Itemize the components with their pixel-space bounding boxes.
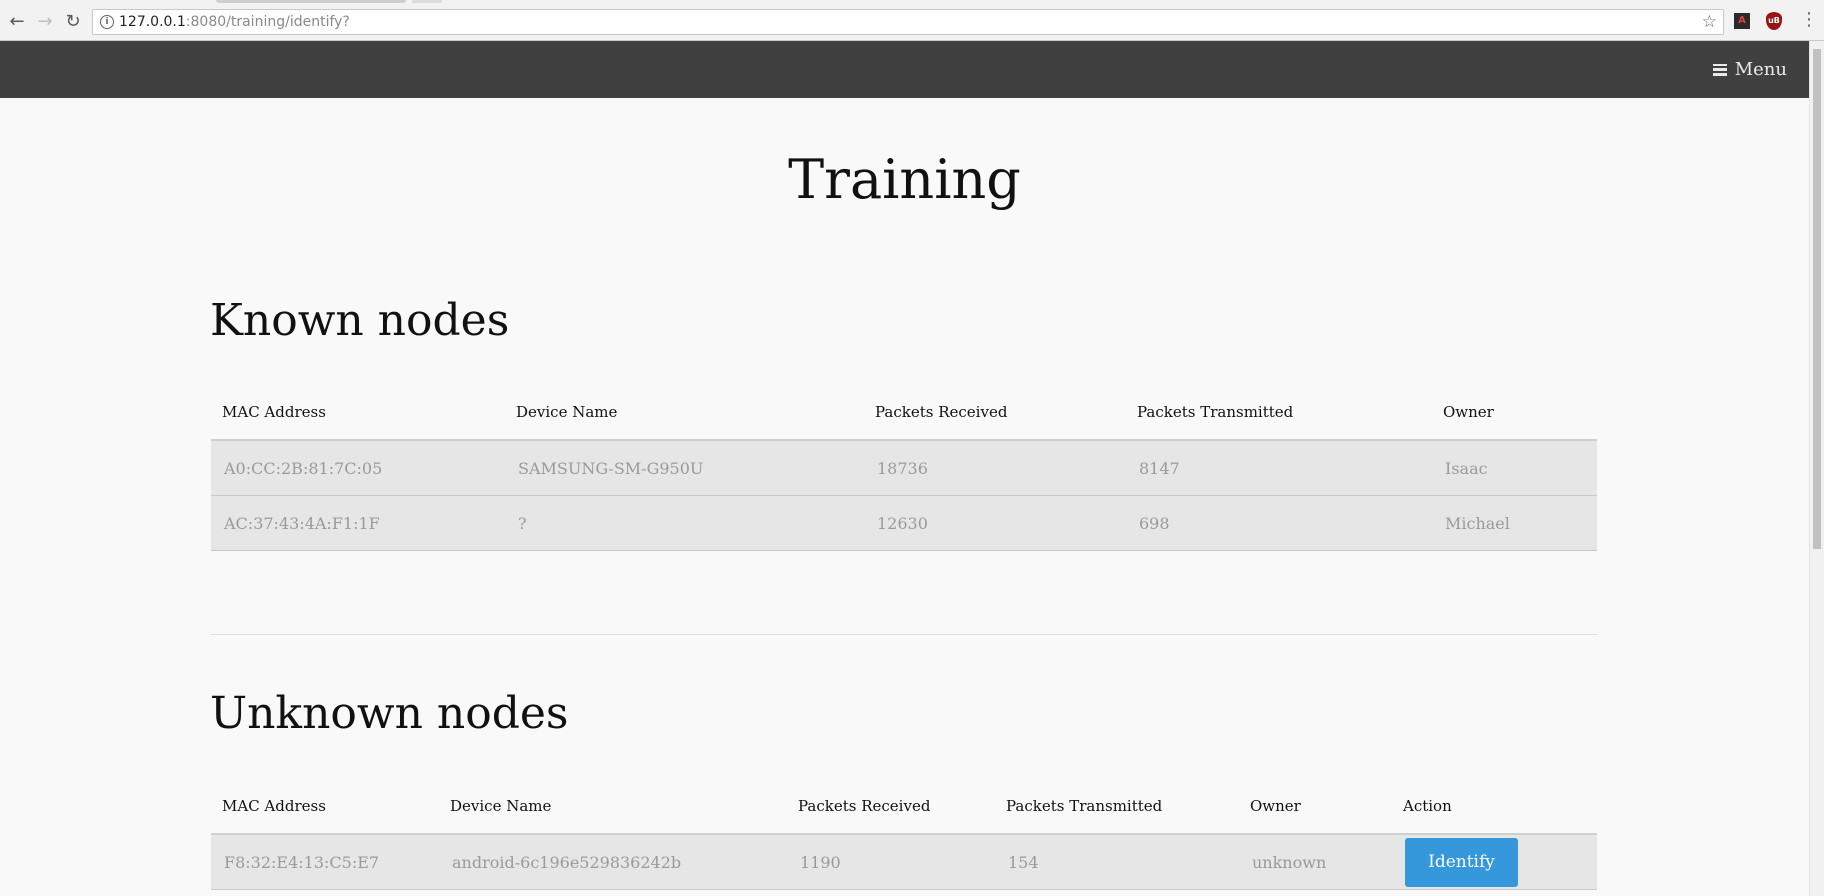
page-scrollbar[interactable] <box>1809 41 1824 896</box>
scrollbar-thumb[interactable] <box>1813 49 1821 549</box>
column-header: Action <box>1392 778 1597 835</box>
browser-menu-icon[interactable]: ⋮ <box>1800 9 1818 30</box>
table-row: F8:32:E4:13:C5:E7 android-6c196e52983624… <box>211 834 1597 890</box>
hamburger-icon <box>1712 63 1727 76</box>
column-header: MAC Address <box>211 778 439 835</box>
owner-cell: Michael <box>1432 495 1597 551</box>
table-header-row: MAC Address Device Name Packets Received… <box>211 778 1597 835</box>
owner-cell: Isaac <box>1432 440 1597 496</box>
info-icon[interactable]: i <box>100 15 114 29</box>
packets-received-cell: 12630 <box>864 495 1126 551</box>
address-url: 127.0.0.1:8080/training/identify? <box>119 10 350 34</box>
section-divider <box>211 634 1597 635</box>
column-header: Owner <box>1432 384 1597 441</box>
url-host: 127.0.0.1 <box>119 14 186 30</box>
extension-icon[interactable]: A <box>1734 13 1750 29</box>
table-header-row: MAC Address Device Name Packets Received… <box>211 384 1597 441</box>
packets-received-cell: 1190 <box>787 834 995 890</box>
column-header: Device Name <box>439 778 787 835</box>
column-header: MAC Address <box>211 384 505 441</box>
column-header: Packets Transmitted <box>1126 384 1432 441</box>
mac-address-cell: AC:37:43:4A:F1:1F <box>211 495 505 551</box>
page-title: Training <box>788 148 1021 211</box>
table-row: A0:CC:2B:81:7C:05 SAMSUNG-SM-G950U 18736… <box>211 440 1597 496</box>
mac-address-cell: F8:32:E4:13:C5:E7 <box>211 834 439 890</box>
browser-tab[interactable] <box>216 0 406 3</box>
reload-icon[interactable]: ↻ <box>62 10 84 32</box>
packets-transmitted-cell: 154 <box>995 834 1239 890</box>
known-nodes-heading: Known nodes <box>210 295 510 346</box>
packets-received-cell: 18736 <box>864 440 1126 496</box>
back-arrow-icon[interactable]: ← <box>6 10 28 32</box>
packets-transmitted-cell: 698 <box>1126 495 1432 551</box>
column-header: Owner <box>1239 778 1392 835</box>
new-tab-button[interactable] <box>412 0 442 3</box>
device-name-cell: android-6c196e529836242b <box>439 834 787 890</box>
action-cell: Identify <box>1392 834 1597 890</box>
column-header: Packets Transmitted <box>995 778 1239 835</box>
mac-address-cell: A0:CC:2B:81:7C:05 <box>211 440 505 496</box>
unknown-nodes-table: MAC Address Device Name Packets Received… <box>211 778 1597 890</box>
owner-cell: unknown <box>1239 834 1392 890</box>
device-name-cell: SAMSUNG-SM-G950U <box>505 440 864 496</box>
menu-button[interactable]: Menu <box>1712 41 1787 98</box>
identify-button[interactable]: Identify <box>1405 837 1518 887</box>
browser-toolbar: ← → ↻ i 127.0.0.1:8080/training/identify… <box>0 0 1824 41</box>
column-header: Device Name <box>505 384 864 441</box>
bookmark-star-icon[interactable]: ☆ <box>1702 10 1717 34</box>
forward-arrow-icon[interactable]: → <box>34 10 56 32</box>
address-bar[interactable]: i 127.0.0.1:8080/training/identify? ☆ <box>92 9 1724 35</box>
top-navbar: Menu <box>0 41 1809 98</box>
ublock-extension-icon[interactable]: uB <box>1766 12 1782 30</box>
unknown-nodes-heading: Unknown nodes <box>210 688 569 739</box>
table-row: AC:37:43:4A:F1:1F ? 12630 698 Michael <box>211 495 1597 551</box>
known-nodes-table: MAC Address Device Name Packets Received… <box>211 384 1597 551</box>
url-path: :8080/training/identify? <box>185 14 350 30</box>
packets-transmitted-cell: 8147 <box>1126 440 1432 496</box>
device-name-cell: ? <box>505 495 864 551</box>
menu-label: Menu <box>1734 59 1787 80</box>
column-header: Packets Received <box>864 384 1126 441</box>
column-header: Packets Received <box>787 778 995 835</box>
